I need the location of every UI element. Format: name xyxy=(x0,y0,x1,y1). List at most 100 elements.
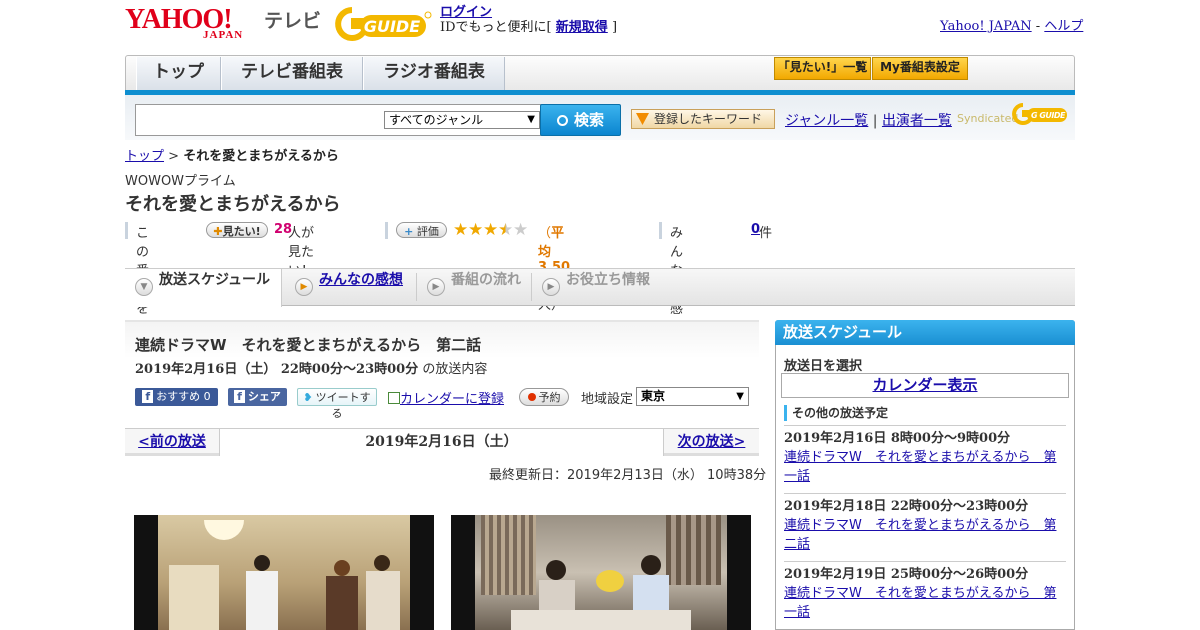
breadcrumb-sep: > xyxy=(168,149,180,164)
broadcast-pager: <前の放送 2019年2月16日（土） 次の放送> xyxy=(125,428,759,456)
list-item: 2019年2月18日 22時00分～23時00分 連続ドラマW それを愛とまちが… xyxy=(784,493,1066,554)
genre-select[interactable]: すべてのジャンル ▼ xyxy=(384,111,540,129)
episode-photo xyxy=(451,515,751,630)
nav-tab-tv-schedule[interactable]: テレビ番組表 xyxy=(221,57,363,91)
play-icon: ▶ xyxy=(542,278,560,296)
star-icon: ★ xyxy=(453,220,469,240)
breadcrumb: トップ > それを愛とまちがえるから xyxy=(125,145,339,164)
play-icon: ▶ xyxy=(295,278,313,296)
play-icon: ▶ xyxy=(427,278,445,296)
keyword-button[interactable]: 登録したキーワード xyxy=(631,109,775,129)
schedule-datetime: 2019年2月16日 8時00分～9時00分 xyxy=(784,431,1011,446)
fb-recommend-button[interactable]: f おすすめ 0 xyxy=(135,388,218,406)
tweet-button[interactable]: ❥ ツイートする xyxy=(297,388,377,420)
performer-list-link[interactable]: 出演者一覧 xyxy=(882,113,952,129)
schedule-datetime: 2019年2月18日 22時00分～23時00分 xyxy=(784,499,1029,514)
reviews-unit: 件 xyxy=(759,226,773,241)
facebook-icon: f xyxy=(234,390,245,403)
gguide-logo: GUIDE xyxy=(334,6,432,42)
signup-link[interactable]: 新規取得 xyxy=(556,20,608,35)
record-dot-icon xyxy=(527,393,536,401)
pager-date: 2019年2月16日（土） xyxy=(220,429,663,456)
rate-button[interactable]: + 評価 xyxy=(396,222,447,238)
page-title: それを愛とまちがえるから xyxy=(125,194,341,215)
prev-broadcast-link[interactable]: <前の放送 xyxy=(138,434,206,450)
last-updated: 最終更新日：2019年2月13日（水） 10時38分 xyxy=(489,468,767,483)
dropdown-arrow-icon: ▼ xyxy=(527,114,535,125)
channel-name: WOWOWプライム xyxy=(125,174,236,189)
fb-recommend-label: おすすめ 0 xyxy=(156,390,211,403)
svg-text:GUIDE: GUIDE xyxy=(364,17,420,36)
search-links: ジャンル一覧 | 出演者一覧 xyxy=(785,110,952,130)
reserve-button[interactable]: 予約 xyxy=(519,388,569,406)
login-block: ログイン IDでもっと便利に[ 新規取得 ] xyxy=(440,5,617,35)
want-list-button[interactable]: 「見たい!」一覧 xyxy=(774,57,871,80)
my-schedule-button[interactable]: My番組表設定 xyxy=(872,57,968,80)
sidebar-pick-date: 放送日を選択 xyxy=(784,359,863,374)
tab-schedule[interactable]: ▼ 放送スケジュール xyxy=(125,269,282,307)
list-item: 2019年2月19日 25時00分～26時00分 連続ドラマW それを愛とまちが… xyxy=(784,561,1066,622)
calendar-button-link[interactable]: カレンダー表示 xyxy=(872,376,977,394)
region-select-value: 東京 xyxy=(641,389,666,403)
breadcrumb-current: それを愛とまちがえるから xyxy=(183,149,339,164)
nav-tab-radio-schedule[interactable]: ラジオ番組表 xyxy=(363,57,505,91)
login-note-pre: IDでもっと便利に[ xyxy=(440,20,552,35)
calendar-plus-icon xyxy=(388,392,400,404)
divider xyxy=(659,222,662,239)
syndicated-logo-text: G GUIDE xyxy=(1031,111,1066,120)
fb-share-label: シェア xyxy=(247,390,281,403)
search-link-sep: | xyxy=(872,113,878,129)
episode-title: 連続ドラマW それを愛とまちがえるから 第二話 xyxy=(135,336,482,354)
star-icon: ★ xyxy=(513,220,529,240)
breadcrumb-home[interactable]: トップ xyxy=(125,149,164,164)
rating-stars: ★ ★ ★ ★ ★ xyxy=(453,220,533,240)
want-button[interactable]: ✚見たい! xyxy=(206,222,268,238)
plus-icon: + xyxy=(404,225,414,238)
login-link[interactable]: ログイン xyxy=(440,5,492,20)
next-broadcast-link[interactable]: 次の放送> xyxy=(678,434,746,450)
tab-flow: ▶ 番組の流れ xyxy=(417,269,531,305)
tab-info: ▶ お役立ち情報 xyxy=(532,269,662,305)
star-icon: ★ xyxy=(498,220,514,240)
want-button-label: 見たい! xyxy=(222,225,261,238)
calendar-register-link[interactable]: カレンダーに登録 xyxy=(400,392,504,407)
help-link[interactable]: ヘルプ xyxy=(1044,19,1083,34)
calendar-button[interactable]: カレンダー表示 xyxy=(781,373,1069,398)
yahoo-japan-logo[interactable]: YAHOO! JAPAN xyxy=(125,4,261,42)
schedule-link[interactable]: 連続ドラマW それを愛とまちがえるから 第一話 xyxy=(784,450,1056,484)
fb-share-button[interactable]: f シェア xyxy=(228,388,287,406)
genre-select-value: すべてのジャンル xyxy=(389,113,484,127)
episode-time: 2019年2月16日（土） 22時00分～23時00分 の放送内容 xyxy=(135,358,487,377)
yahoo-japan-link[interactable]: Yahoo! JAPAN xyxy=(940,19,1032,34)
search-button-label: 検索 xyxy=(573,111,604,129)
tab-reviews-label[interactable]: みんなの感想 xyxy=(319,272,403,288)
main-nav: トップ テレビ番組表 ラジオ番組表 「見たい!」一覧 My番組表設定 xyxy=(125,55,1075,91)
reserve-label: 予約 xyxy=(538,391,561,404)
twitter-bird-icon: ❥ xyxy=(303,391,313,404)
search-button[interactable]: 検索 xyxy=(540,104,621,136)
tab-info-label: お役立ち情報 xyxy=(566,272,650,288)
tab-reviews[interactable]: ▶ みんなの感想 xyxy=(285,269,415,305)
calendar-register[interactable]: カレンダーに登録 xyxy=(388,388,504,407)
header-link-sep: - xyxy=(1035,19,1041,34)
star-icon: ★ xyxy=(483,220,499,240)
content-tabs: ▼ 放送スケジュール ▶ みんなの感想 ▶ 番組の流れ ▶ お役立ち情報 xyxy=(125,268,1075,307)
region-label: 地域設定 xyxy=(581,392,634,407)
rate-button-label: 評価 xyxy=(416,225,439,238)
header-links: Yahoo! JAPAN - ヘルプ xyxy=(940,15,1083,34)
tv-label: テレビ xyxy=(264,10,322,32)
episode-datetime-suffix: の放送内容 xyxy=(422,362,488,377)
tab-schedule-label: 放送スケジュール xyxy=(159,272,271,288)
region-select[interactable]: 東京 ▼ xyxy=(636,387,749,406)
dropdown-arrow-icon: ▼ xyxy=(736,391,744,402)
schedule-link[interactable]: 連続ドラマW それを愛とまちがえるから 第二話 xyxy=(784,518,1056,552)
tweet-label: ツイートする xyxy=(315,391,371,420)
schedule-datetime: 2019年2月19日 25時00分～26時00分 xyxy=(784,567,1029,582)
logo-sub-text: JAPAN xyxy=(203,29,244,41)
prev-broadcast: <前の放送 xyxy=(125,429,220,456)
next-broadcast: 次の放送> xyxy=(663,429,759,456)
syndicated-gguide-logo: Syndicated G GUIDE xyxy=(957,102,1069,128)
nav-tab-top[interactable]: トップ xyxy=(136,57,221,91)
genre-list-link[interactable]: ジャンル一覧 xyxy=(785,113,868,129)
schedule-link[interactable]: 連続ドラマW それを愛とまちがえるから 第一話 xyxy=(784,586,1056,620)
